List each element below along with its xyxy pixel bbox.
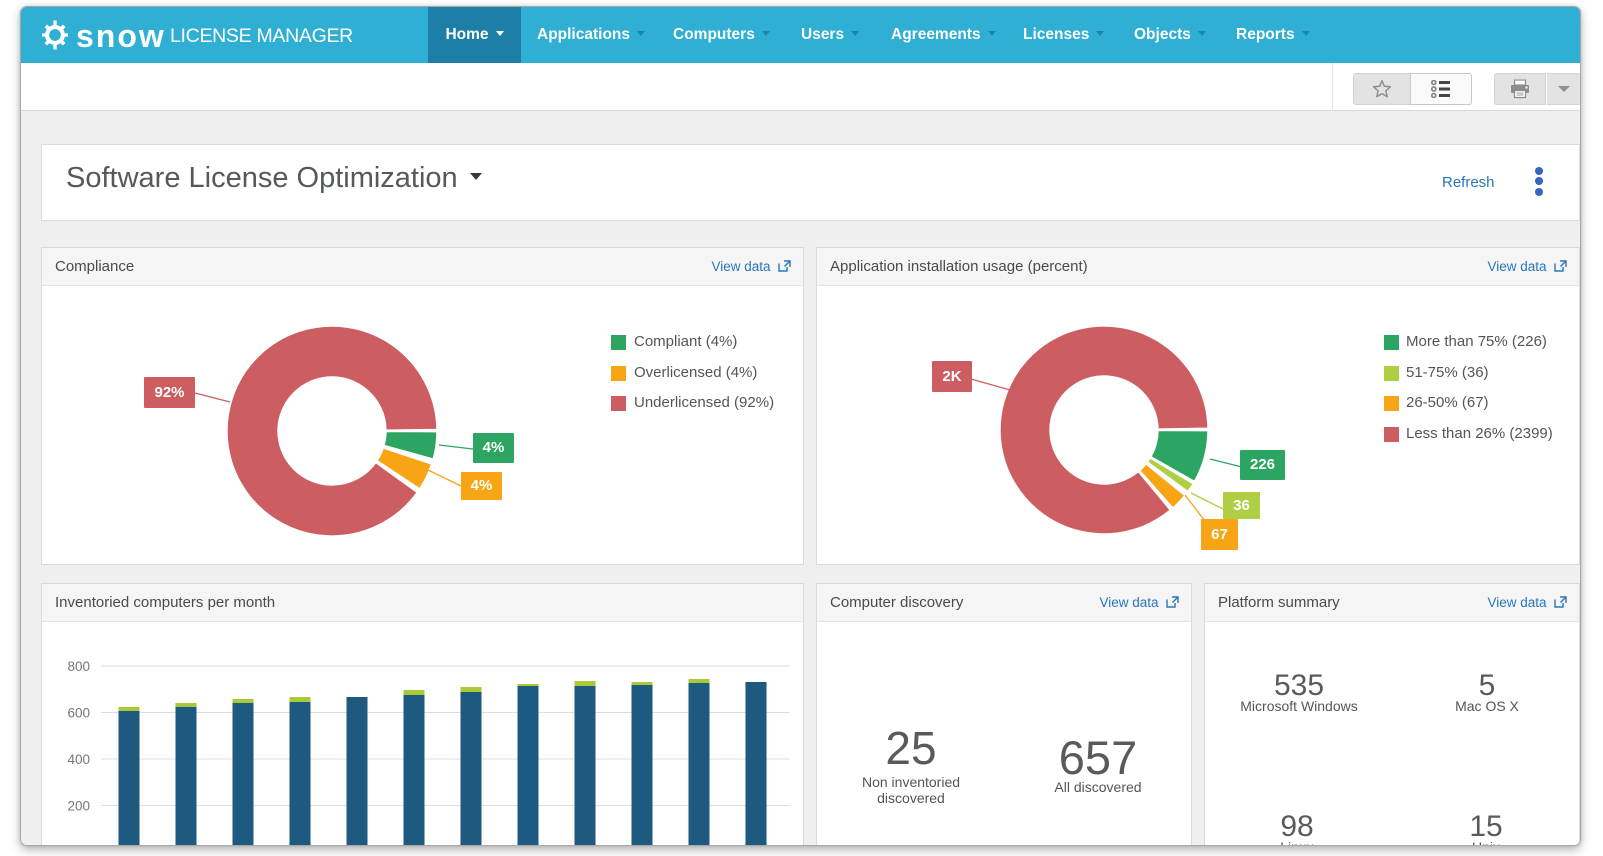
svg-text:0: 0 — [82, 843, 90, 846]
svg-text:800: 800 — [67, 659, 90, 674]
svg-text:600: 600 — [67, 706, 90, 721]
svg-text:400: 400 — [67, 752, 90, 767]
svg-text:200: 200 — [67, 799, 90, 814]
